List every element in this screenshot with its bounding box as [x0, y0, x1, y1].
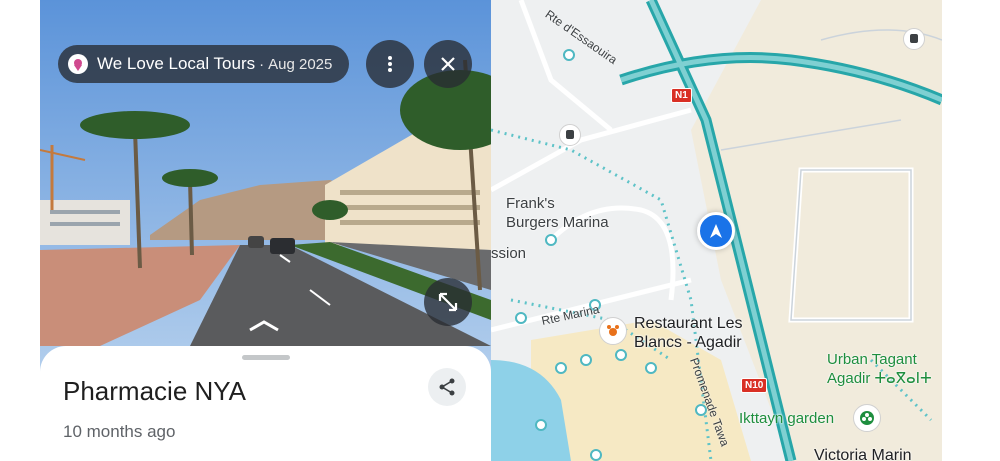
- poi-label-restaurant-les-blancs[interactable]: Restaurant Les Blancs - Agadir: [634, 314, 743, 352]
- close-button[interactable]: [424, 40, 472, 88]
- bus-icon: [566, 130, 574, 139]
- map-pane[interactable]: Rte d'Essaouira Rte Marina Promenade Taw…: [491, 0, 942, 461]
- place-bottom-sheet[interactable]: Pharmacie NYA 10 months ago: [40, 346, 491, 461]
- contributor-name: We Love Local Tours: [97, 54, 256, 73]
- poi-label-mission[interactable]: ssion: [491, 244, 526, 263]
- street-view-attribution-chip[interactable]: We Love Local Tours · Aug 2025: [58, 45, 349, 83]
- capture-date: Aug 2025: [268, 55, 333, 73]
- share-button[interactable]: [428, 368, 466, 406]
- close-icon: [441, 57, 455, 71]
- chip-separator: ·: [259, 55, 265, 73]
- expand-button[interactable]: [424, 278, 472, 326]
- route-shield-n10: N10: [741, 378, 768, 393]
- bus-icon: [910, 34, 918, 43]
- poi-label-franks-burgers[interactable]: Frank's Burgers Marina: [506, 194, 609, 232]
- transit-stop-pin-2[interactable]: [559, 124, 581, 146]
- place-title: Pharmacie NYA: [63, 376, 247, 406]
- share-icon: [439, 378, 455, 396]
- more-options-button[interactable]: [366, 40, 414, 88]
- transit-stop-pin[interactable]: [903, 28, 925, 50]
- sheet-drag-handle[interactable]: [242, 355, 290, 360]
- expand-icon: [438, 292, 458, 312]
- current-location-marker: [697, 212, 735, 250]
- poi-label-victoria-marina[interactable]: Victoria Marin: [814, 446, 912, 461]
- more-vert-icon: [388, 56, 392, 72]
- navigation-arrow-icon: [710, 224, 722, 238]
- contributor-avatar-icon: [68, 54, 88, 74]
- poi-label-ikttayn-garden[interactable]: Ikttayn garden: [739, 409, 834, 428]
- lobster-icon: [607, 325, 619, 336]
- poi-label-urban-tagant[interactable]: Urban Tagant Agadir ⵜⴰⴳⴰⵏⵜ: [827, 350, 932, 388]
- flower-icon: [860, 411, 874, 425]
- place-image-age: 10 months ago: [63, 422, 176, 441]
- street-view-pane[interactable]: We Love Local Tours · Aug 2025 Pharmacie…: [40, 0, 491, 461]
- restaurant-pin[interactable]: [599, 317, 627, 345]
- route-shield-n1: N1: [671, 88, 692, 103]
- garden-pin[interactable]: [853, 404, 881, 432]
